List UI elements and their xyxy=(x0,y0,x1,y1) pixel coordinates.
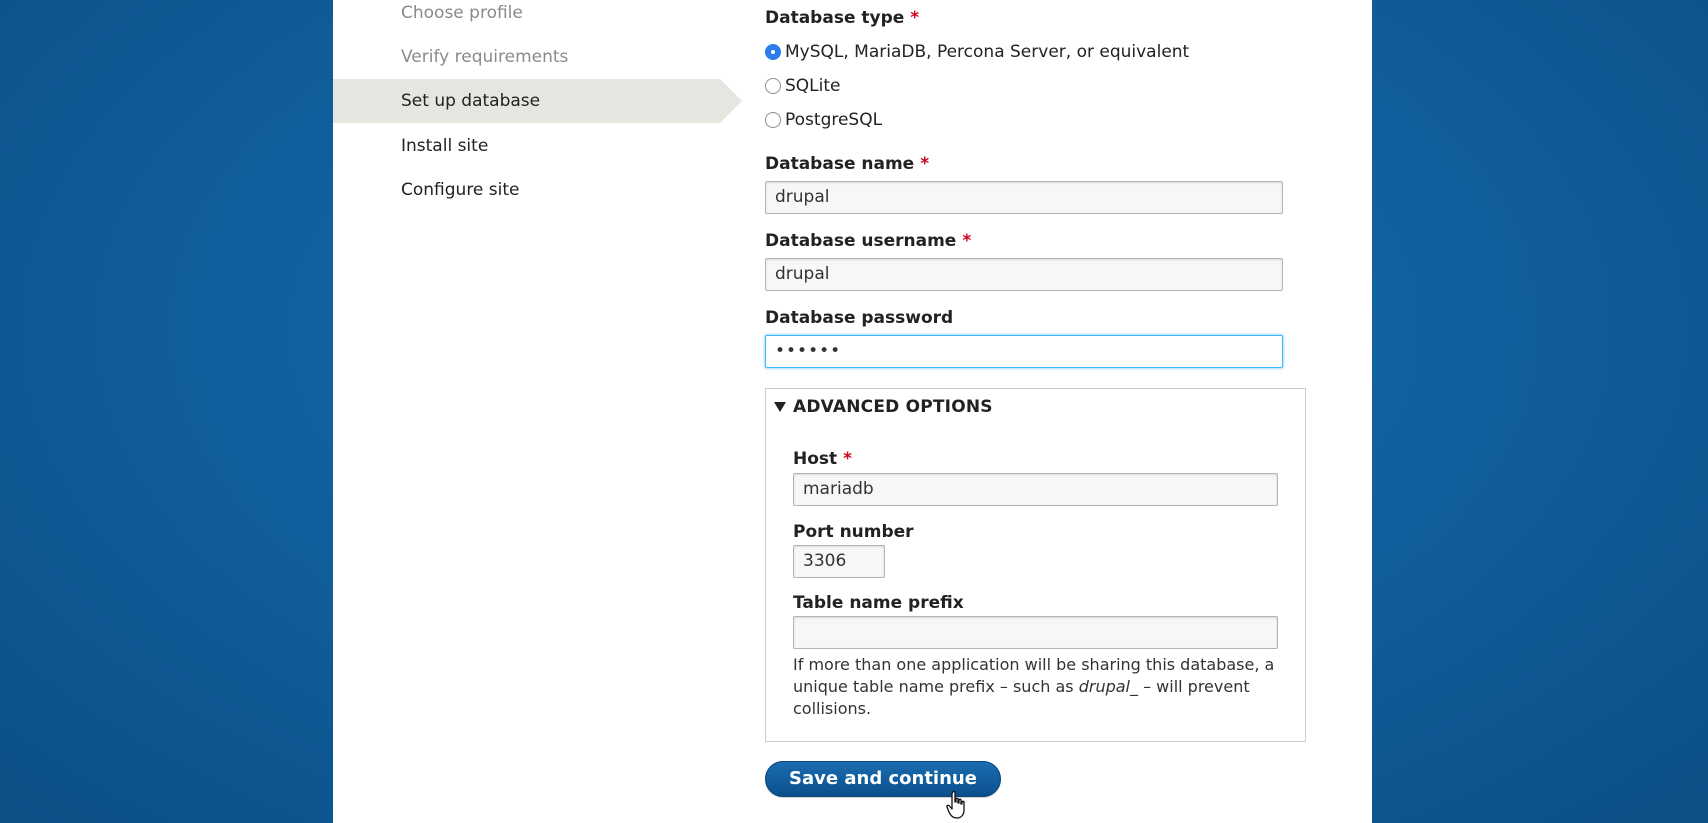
database-type-label-text: Database type xyxy=(765,8,905,28)
required-marker: * xyxy=(962,231,972,251)
advanced-options-legend[interactable]: ADVANCED OPTIONS xyxy=(793,397,993,417)
radio-postgresql-label[interactable]: PostgreSQL xyxy=(785,110,882,130)
radio-option-mysql[interactable]: MySQL, MariaDB, Percona Server, or equiv… xyxy=(765,40,1189,64)
step-install-site: Install site xyxy=(401,136,489,156)
table-prefix-label: Table name prefix xyxy=(793,593,964,613)
step-set-up-database: Set up database xyxy=(333,79,742,123)
radio-sqlite-label[interactable]: SQLite xyxy=(785,76,841,96)
table-prefix-description: If more than one application will be sha… xyxy=(793,654,1283,720)
step-verify-requirements[interactable]: Verify requirements xyxy=(333,35,720,79)
installer-panel: Choose profile Verify requirements Set u… xyxy=(333,0,1372,823)
required-marker: * xyxy=(843,449,853,469)
radio-mysql-label[interactable]: MySQL, MariaDB, Percona Server, or equiv… xyxy=(785,42,1189,62)
radio-mysql[interactable] xyxy=(765,44,781,60)
desc-example-prefix: drupal_ xyxy=(1078,677,1138,696)
host-label: Host * xyxy=(793,449,852,469)
database-password-input[interactable]: •••••• xyxy=(765,335,1283,368)
database-name-label-text: Database name xyxy=(765,154,915,174)
database-password-label: Database password xyxy=(765,308,954,328)
step-choose-profile[interactable]: Choose profile xyxy=(333,0,720,35)
database-name-label: Database name * xyxy=(765,154,929,174)
port-number-input[interactable]: 3306 xyxy=(793,545,885,578)
required-marker: * xyxy=(920,154,930,174)
advanced-options-toggle[interactable]: ADVANCED OPTIONS xyxy=(774,397,993,417)
step-configure-site: Configure site xyxy=(401,180,520,200)
radio-option-postgresql[interactable]: PostgreSQL xyxy=(765,108,882,132)
radio-option-sqlite[interactable]: SQLite xyxy=(765,74,841,98)
required-marker: * xyxy=(910,8,920,28)
database-name-input[interactable]: drupal xyxy=(765,181,1283,214)
radio-postgresql[interactable] xyxy=(765,112,781,128)
triangle-down-icon xyxy=(774,402,786,412)
hand-pointer-cursor-icon xyxy=(946,790,965,819)
host-input[interactable]: mariadb xyxy=(793,473,1278,506)
database-username-label-text: Database username xyxy=(765,231,957,251)
database-type-label: Database type * xyxy=(765,8,919,28)
database-username-input[interactable]: drupal xyxy=(765,258,1283,291)
port-number-label: Port number xyxy=(793,522,914,542)
host-label-text: Host xyxy=(793,449,838,469)
advanced-options-fieldset: ADVANCED OPTIONS Host * mariadb Port numb… xyxy=(765,388,1306,742)
radio-sqlite[interactable] xyxy=(765,78,781,94)
table-prefix-input[interactable] xyxy=(793,616,1278,649)
database-username-label: Database username * xyxy=(765,231,971,251)
